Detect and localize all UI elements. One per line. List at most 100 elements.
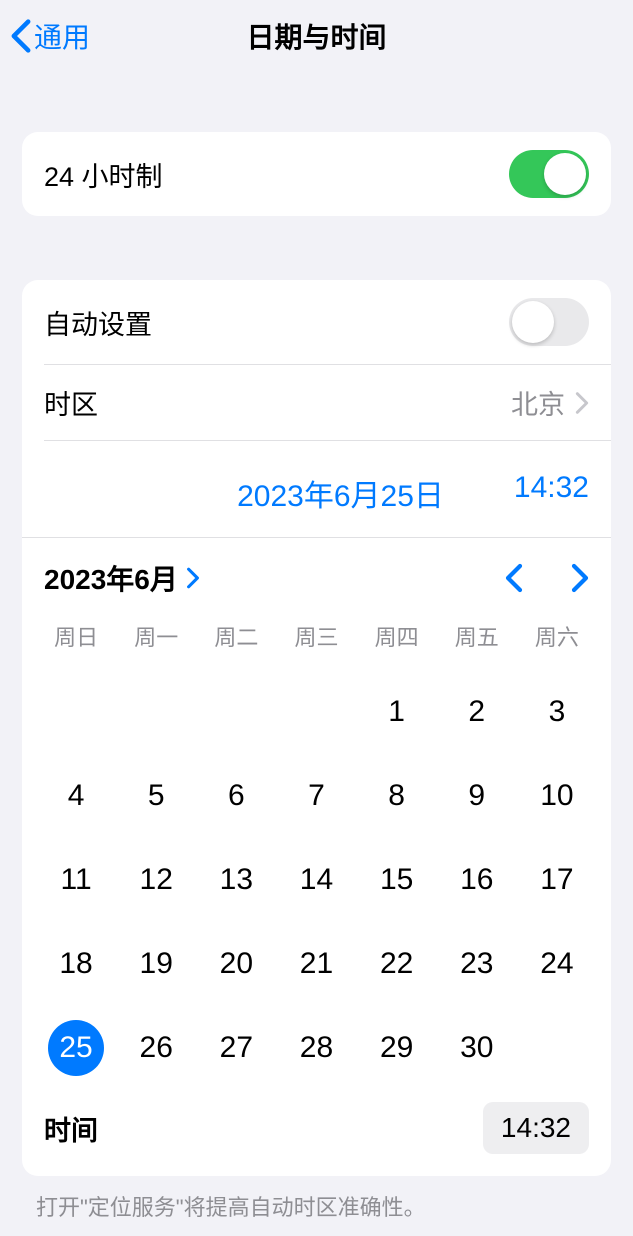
back-label: 通用 xyxy=(34,16,90,56)
chevron-left-icon xyxy=(10,18,32,54)
section-datetime: 自动设置 时区 北京 2023年6月25日 14:32 2023年6月 xyxy=(22,280,611,1176)
switch-auto-set[interactable] xyxy=(509,298,589,346)
day-number: 25 xyxy=(48,1020,104,1076)
weekday-label: 周四 xyxy=(357,620,437,652)
day-blank xyxy=(36,684,116,740)
day-number: 10 xyxy=(540,779,573,813)
label-timezone: 时区 xyxy=(44,383,98,422)
day-number: 8 xyxy=(388,779,405,813)
day-number: 3 xyxy=(549,695,566,729)
day-number: 17 xyxy=(540,863,573,897)
timezone-value-container: 北京 xyxy=(511,383,589,422)
month-year-label: 2023年6月 xyxy=(44,558,178,598)
day-number: 30 xyxy=(460,1031,493,1065)
day-number: 24 xyxy=(540,947,573,981)
day-number: 21 xyxy=(300,947,333,981)
day-number: 18 xyxy=(59,947,92,981)
section-24hour: 24 小时制 xyxy=(22,132,611,216)
day-cell[interactable]: 16 xyxy=(437,852,517,908)
selected-time[interactable]: 14:32 xyxy=(514,471,589,515)
selected-date[interactable]: 2023年6月25日 xyxy=(237,471,444,515)
day-blank xyxy=(196,684,276,740)
day-number: 12 xyxy=(140,863,173,897)
day-number: 15 xyxy=(380,863,413,897)
day-number: 11 xyxy=(60,863,91,897)
page-title: 日期与时间 xyxy=(246,16,386,56)
day-number: 19 xyxy=(140,947,173,981)
row-timezone[interactable]: 时区 北京 xyxy=(44,365,611,440)
date-time-display: 2023年6月25日 14:32 xyxy=(44,440,611,537)
day-cell[interactable]: 9 xyxy=(437,768,517,824)
day-number: 9 xyxy=(468,779,485,813)
day-cell[interactable]: 6 xyxy=(196,768,276,824)
day-cell[interactable]: 18 xyxy=(36,936,116,992)
switch-knob xyxy=(544,153,586,195)
weekday-row: 周日周一周二周三周四周五周六 xyxy=(36,610,597,666)
time-picker[interactable]: 14:32 xyxy=(483,1102,589,1154)
weekday-label: 周日 xyxy=(36,620,116,652)
day-number: 13 xyxy=(220,863,253,897)
day-cell[interactable]: 21 xyxy=(276,936,356,992)
time-label: 时间 xyxy=(44,1109,98,1148)
weekday-label: 周六 xyxy=(517,620,597,652)
chevron-right-icon xyxy=(575,391,589,415)
day-cell[interactable]: 25 xyxy=(36,1020,116,1076)
day-number: 27 xyxy=(220,1031,253,1065)
next-month-button[interactable] xyxy=(571,563,589,593)
day-number: 29 xyxy=(380,1031,413,1065)
day-cell[interactable]: 30 xyxy=(437,1020,517,1076)
day-cell[interactable]: 3 xyxy=(517,684,597,740)
day-cell[interactable]: 11 xyxy=(36,852,116,908)
day-cell[interactable]: 17 xyxy=(517,852,597,908)
day-cell[interactable]: 8 xyxy=(357,768,437,824)
footer-note: 打开"定位服务"将提高自动时区准确性。 xyxy=(0,1176,633,1236)
day-cell[interactable]: 12 xyxy=(116,852,196,908)
day-number: 28 xyxy=(300,1031,333,1065)
calendar: 2023年6月 周日周一周二周三周四周五周六 12345678910111213… xyxy=(22,537,611,1176)
weekday-label: 周二 xyxy=(196,620,276,652)
day-cell[interactable]: 4 xyxy=(36,768,116,824)
day-cell[interactable]: 5 xyxy=(116,768,196,824)
prev-month-button[interactable] xyxy=(505,563,523,593)
label-24hour: 24 小时制 xyxy=(44,155,163,194)
month-selector[interactable]: 2023年6月 xyxy=(44,558,200,598)
day-cell[interactable]: 24 xyxy=(517,936,597,992)
day-cell[interactable]: 15 xyxy=(357,852,437,908)
day-number: 22 xyxy=(380,947,413,981)
chevron-right-icon xyxy=(186,567,200,589)
day-number: 7 xyxy=(308,779,325,813)
day-cell[interactable]: 1 xyxy=(357,684,437,740)
row-24hour: 24 小时制 xyxy=(22,132,611,216)
day-cell[interactable]: 14 xyxy=(276,852,356,908)
day-number: 2 xyxy=(468,695,485,729)
back-button[interactable]: 通用 xyxy=(0,16,90,56)
weekday-label: 周五 xyxy=(437,620,517,652)
weekday-label: 周三 xyxy=(276,620,356,652)
day-cell[interactable]: 22 xyxy=(357,936,437,992)
day-cell[interactable]: 23 xyxy=(437,936,517,992)
nav-bar: 通用 日期与时间 xyxy=(0,0,633,72)
weekday-label: 周一 xyxy=(116,620,196,652)
day-number: 16 xyxy=(460,863,493,897)
day-cell[interactable]: 19 xyxy=(116,936,196,992)
switch-24hour[interactable] xyxy=(509,150,589,198)
day-number: 6 xyxy=(228,779,245,813)
day-blank xyxy=(276,684,356,740)
label-auto-set: 自动设置 xyxy=(44,303,152,342)
day-cell[interactable]: 27 xyxy=(196,1020,276,1076)
day-cell[interactable]: 10 xyxy=(517,768,597,824)
day-cell[interactable]: 29 xyxy=(357,1020,437,1076)
day-cell[interactable]: 2 xyxy=(437,684,517,740)
calendar-header: 2023年6月 xyxy=(36,558,597,610)
day-cell[interactable]: 13 xyxy=(196,852,276,908)
timezone-value: 北京 xyxy=(511,383,565,422)
day-number: 14 xyxy=(300,863,333,897)
day-cell[interactable]: 7 xyxy=(276,768,356,824)
day-cell[interactable]: 26 xyxy=(116,1020,196,1076)
time-row: 时间 14:32 xyxy=(36,1096,597,1166)
day-cell[interactable]: 28 xyxy=(276,1020,356,1076)
row-auto-set: 自动设置 xyxy=(22,280,611,364)
day-number: 5 xyxy=(148,779,165,813)
month-nav xyxy=(505,563,589,593)
day-cell[interactable]: 20 xyxy=(196,936,276,992)
